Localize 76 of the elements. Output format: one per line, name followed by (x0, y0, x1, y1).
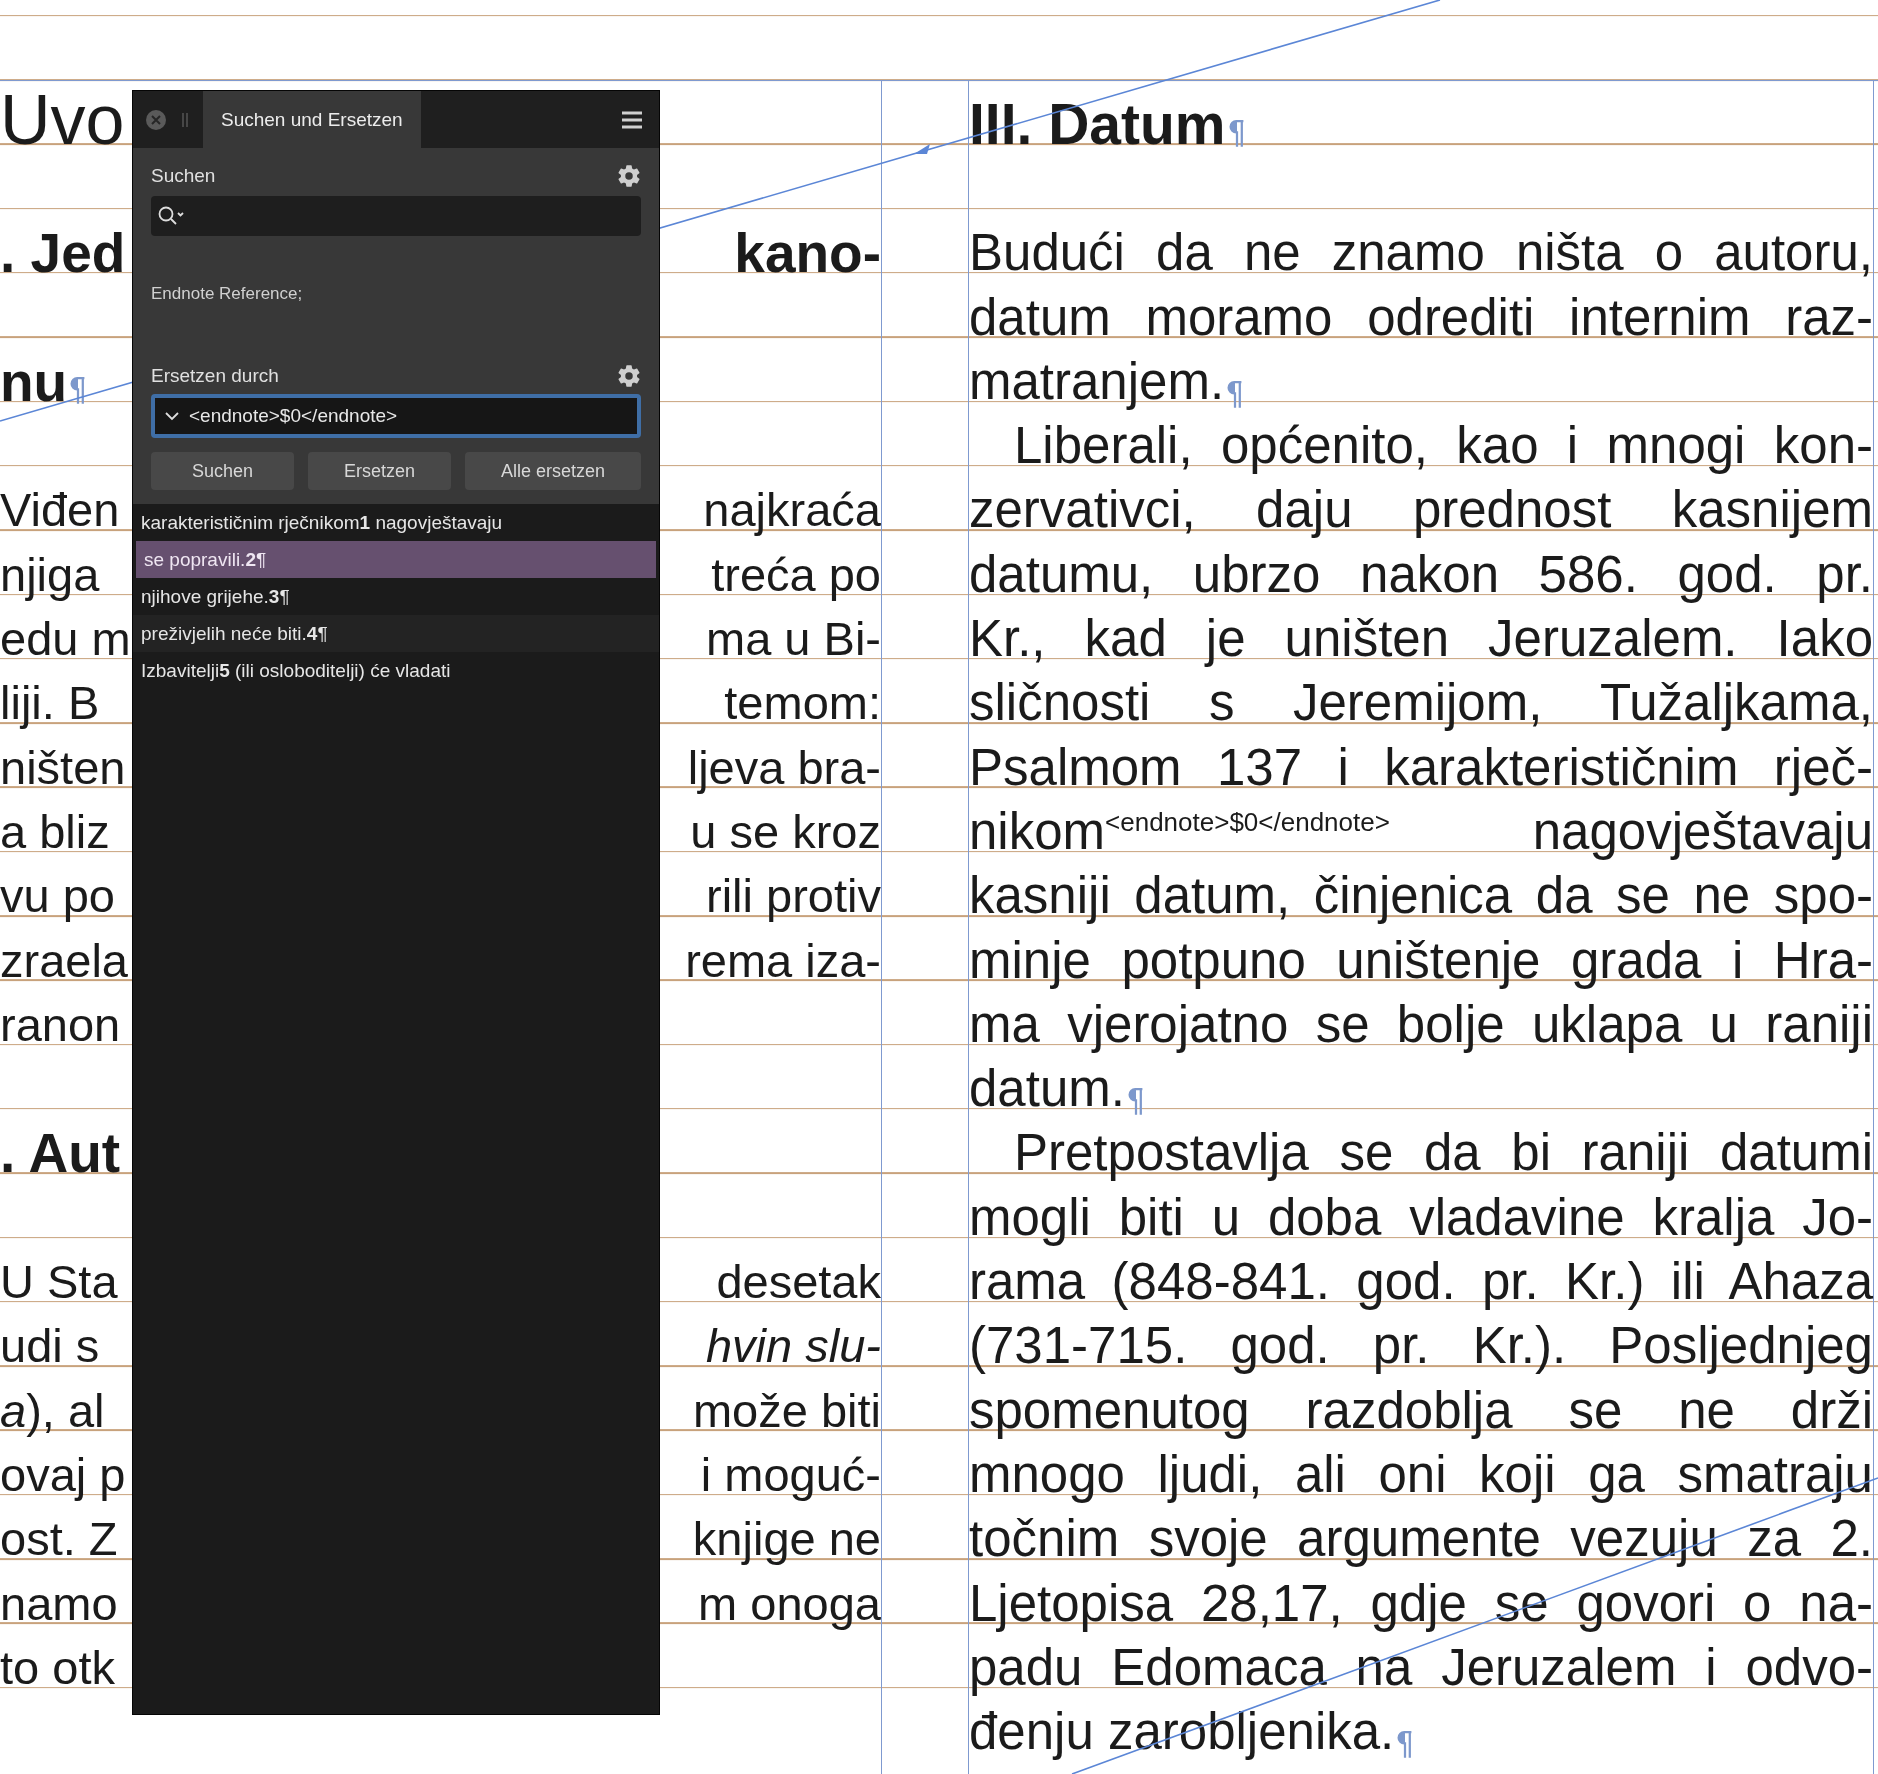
body-text: i moguć- (700, 1446, 881, 1503)
result-item[interactable]: preživjelih neće biti.4¶ (133, 615, 659, 652)
body-text: datum. (969, 1059, 1125, 1120)
body-text: ma vjerojatno se bolje uklapa u raniji (969, 994, 1873, 1055)
body-text: treća po (711, 546, 881, 603)
heading-text: . Jed (0, 221, 126, 286)
result-item[interactable]: se popravili.2¶ (136, 541, 656, 578)
menu-icon[interactable] (621, 109, 643, 130)
body-text: može biti (692, 1382, 881, 1439)
body-text: točnim svoje argumente vezuju za 2. (969, 1509, 1873, 1570)
search-field[interactable] (151, 196, 641, 236)
body-text: ovaj p (0, 1446, 126, 1503)
action-button[interactable]: Alle ersetzen (465, 452, 641, 490)
body-text: (731-715. god. pr. Kr.). Posljednjeg (969, 1316, 1873, 1377)
body-text: Liberali, općenito, kao i mnogi kon- (1013, 416, 1873, 477)
body-text: nikom$^{<endnote>$0</endnote>}$ nagovještavaju (969, 801, 1873, 862)
find-format-text: Endnote Reference; (151, 284, 304, 304)
body-text: Psalmom 137 i karakterističnim rječ- (969, 737, 1873, 798)
body-text: ma u Bi- (706, 611, 881, 668)
heading-text: kano- (734, 221, 881, 286)
body-text: Kr., kad je uništen Jeruzalem. Iako (969, 609, 1873, 670)
body-text: namo (0, 1575, 118, 1632)
body-text: zervativci, daju prednost kasnijem (969, 480, 1873, 541)
body-text: datumu, ubrzo nakon 586. god. pr. (969, 544, 1873, 605)
body-text: sličnosti s Jeremijom, Tužaljkama, (969, 673, 1873, 734)
replace-label: Ersetzen durch (151, 365, 279, 387)
body-text: Pretpostavlja se da bi raniji datumi (1013, 1123, 1873, 1184)
body-text: kasniji datum, činjenica da se ne spo- (969, 866, 1873, 927)
body-text: temom: (724, 675, 881, 732)
body-text: njiga (0, 546, 100, 603)
panel-tab[interactable]: Suchen und Ersetzen (203, 91, 421, 148)
body-text: liji. B (0, 675, 100, 732)
body-text: edu m (0, 611, 131, 668)
heading-text: nu (0, 349, 68, 415)
body-text: Budući da ne znamo ništa o autoru, (969, 223, 1873, 284)
body-text: a bliz (0, 803, 110, 860)
action-button[interactable]: Suchen (151, 452, 295, 490)
drag-handle-icon[interactable] (181, 111, 189, 128)
body-text: spomenutog razdoblja se ne drži (969, 1380, 1873, 1441)
chevron-down-icon (165, 411, 179, 421)
action-button[interactable]: Ersetzen (308, 452, 452, 490)
body-text: mogli biti u doba vladavine kralja Jo- (969, 1187, 1873, 1248)
body-text: zraela (0, 932, 128, 989)
body-text: a), al (0, 1382, 105, 1439)
arrowhead-icon (914, 144, 930, 154)
close-icon[interactable] (145, 108, 167, 131)
body-text: minje potpuno uništenje grada i Hra- (969, 930, 1873, 991)
body-text: vu po (0, 868, 115, 925)
body-text: to otk (0, 1639, 115, 1696)
replace-field[interactable]: <endnote>$0</endnote> (151, 394, 641, 438)
heading-text: . Aut (0, 1121, 121, 1186)
body-text: mnogo ljudi, ali oni koji ga smatraju (969, 1444, 1873, 1505)
settings-icon[interactable] (617, 164, 641, 188)
body-text: najkraća (703, 482, 881, 539)
body-text: Viđen (0, 482, 120, 539)
body-text: ništen (0, 739, 126, 796)
body-text: padu Edomaca na Jeruzalem i odvo- (969, 1637, 1873, 1698)
body-text: rili protiv (706, 868, 881, 925)
body-text: rama (848-841. god. pr. Kr.) ili Ahaza (969, 1252, 1873, 1313)
heading-text: Uvo (0, 92, 125, 147)
body-text: udi s (0, 1318, 100, 1375)
body-text: hvin slu- (706, 1318, 881, 1375)
settings-icon[interactable] (617, 364, 641, 388)
body-text: matranjem. (969, 351, 1225, 412)
body-text: ranon (0, 996, 121, 1053)
body-text: desetak (716, 1254, 881, 1311)
body-text: ost. Z (0, 1511, 118, 1568)
search-icon (157, 205, 185, 227)
body-text: u se kroz (690, 803, 881, 860)
find-label: Suchen (151, 165, 216, 187)
body-text: ljeva bra- (687, 739, 881, 796)
body-text: rema iza- (685, 932, 881, 989)
body-text: knjige ne (692, 1511, 881, 1568)
body-text: datum moramo odrediti internim raz- (969, 287, 1873, 348)
body-text: U Sta (0, 1254, 118, 1311)
body-text: m onoga (698, 1575, 881, 1632)
